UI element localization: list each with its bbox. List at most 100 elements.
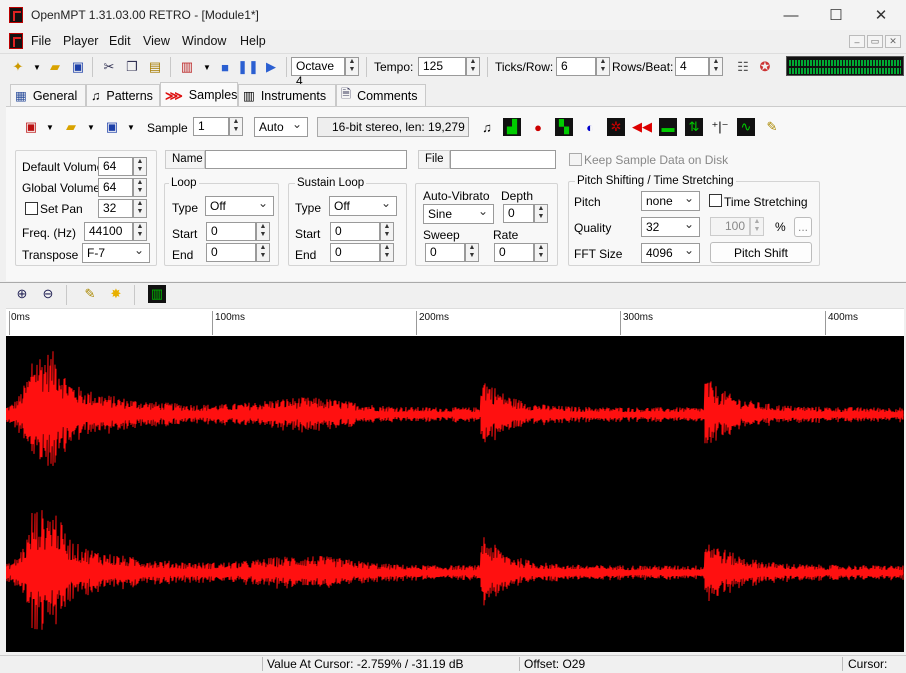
record-context-icon[interactable]: ✪ bbox=[756, 58, 774, 76]
loop-start-field[interactable]: 0 bbox=[206, 222, 256, 241]
paste-icon[interactable]: ▤ bbox=[146, 58, 164, 76]
openmpt-logo-icon[interactable] bbox=[9, 7, 23, 23]
vibrato-depth-field[interactable]: 0 bbox=[503, 204, 534, 223]
menu-view[interactable]: View bbox=[143, 34, 170, 48]
pause-icon[interactable]: ❚❚ bbox=[237, 58, 259, 76]
ticks-row-spinner[interactable]: ▲ ▼ bbox=[596, 57, 610, 76]
tab-patterns[interactable]: ♫ Patterns bbox=[86, 84, 160, 106]
loop-start-spinner[interactable]: ▲ ▼ bbox=[256, 222, 270, 241]
rows-beat-spinner[interactable]: ▲ ▼ bbox=[709, 57, 723, 76]
sparkle-icon[interactable]: ✸ bbox=[107, 285, 125, 303]
waveform-canvas[interactable] bbox=[6, 336, 904, 652]
frequency-field[interactable]: 44100 bbox=[84, 222, 133, 241]
set-pan-checkbox[interactable] bbox=[25, 202, 38, 215]
transpose-select[interactable]: F-7 bbox=[82, 243, 150, 263]
normalize-icon[interactable]: ▟ bbox=[503, 118, 521, 136]
keep-on-disk-checkbox[interactable] bbox=[569, 153, 582, 166]
menu-window[interactable]: Window bbox=[182, 34, 226, 48]
vibrato-rate-spinner[interactable]: ▲ ▼ bbox=[534, 243, 548, 262]
sustain-start-spinner[interactable]: ▲ ▼ bbox=[380, 222, 394, 241]
loop-end-spinner[interactable]: ▲ ▼ bbox=[256, 243, 270, 262]
quality-select[interactable]: 32 bbox=[641, 217, 700, 237]
tab-instruments[interactable]: ▥ Instruments bbox=[238, 84, 336, 106]
stop-icon[interactable]: ■ bbox=[216, 58, 234, 76]
play-note-icon[interactable]: ♫ bbox=[478, 118, 496, 136]
set-pan-spinner[interactable]: ▲ ▼ bbox=[133, 199, 147, 218]
invert-icon[interactable]: ⇅ bbox=[685, 118, 703, 136]
frequency-spinner[interactable]: ▲ ▼ bbox=[133, 222, 147, 241]
tab-comments[interactable]: 🗎 Comments bbox=[336, 84, 426, 106]
pitch-select[interactable]: none bbox=[641, 191, 700, 211]
mdi-minimize-button[interactable]: ‒ bbox=[849, 35, 865, 48]
new-dropdown-icon[interactable]: ▼ bbox=[28, 58, 46, 76]
amplify-icon[interactable]: ● bbox=[529, 118, 547, 136]
mdi-child-icon[interactable] bbox=[9, 33, 23, 49]
mdi-close-button[interactable]: ✕ bbox=[885, 35, 901, 48]
vibrato-sweep-spinner[interactable]: ▲ ▼ bbox=[465, 243, 479, 262]
minimize-button[interactable]: — bbox=[768, 0, 814, 30]
maximize-button[interactable]: ☐ bbox=[813, 0, 859, 30]
menu-edit[interactable]: Edit bbox=[109, 34, 131, 48]
global-volume-field[interactable]: 64 bbox=[98, 178, 133, 197]
resample-icon[interactable]: ✲ bbox=[607, 118, 625, 136]
sustain-start-field[interactable]: 0 bbox=[330, 222, 380, 241]
vibrato-sweep-field[interactable]: 0 bbox=[425, 243, 465, 262]
default-volume-field[interactable]: 64 bbox=[98, 157, 133, 176]
save-sample-icon[interactable]: ▣ bbox=[103, 118, 121, 136]
menu-help[interactable]: Help bbox=[240, 34, 266, 48]
default-volume-spinner[interactable]: ▲ ▼ bbox=[133, 157, 147, 176]
draw-pencil-icon[interactable]: ✎ bbox=[763, 118, 781, 136]
sample-format-select[interactable]: Auto bbox=[254, 117, 308, 137]
load-sample-dropdown-icon[interactable]: ▼ bbox=[82, 118, 100, 136]
waveform-view[interactable] bbox=[6, 336, 904, 652]
copy-icon[interactable]: ❐ bbox=[123, 58, 141, 76]
zoom-in-icon[interactable]: ⊕ bbox=[13, 285, 31, 303]
cut-icon[interactable]: ✂ bbox=[100, 58, 118, 76]
new-sample-icon[interactable]: ▣ bbox=[22, 118, 40, 136]
vibrato-rate-field[interactable]: 0 bbox=[494, 243, 534, 262]
pencil-draw-icon[interactable]: ✎ bbox=[81, 285, 99, 303]
open-folder-icon[interactable]: ▰ bbox=[46, 58, 64, 76]
zoom-out-icon[interactable]: ⊖ bbox=[39, 285, 57, 303]
stereo-icon[interactable]: ◐ bbox=[581, 118, 599, 136]
keyboard-split-icon[interactable]: ▥ bbox=[148, 285, 166, 303]
silence-icon[interactable]: ▬ bbox=[659, 118, 677, 136]
octave-spinner[interactable]: ▲ ▼ bbox=[345, 57, 359, 76]
close-button[interactable]: ✕ bbox=[858, 0, 904, 30]
menu-file[interactable]: File bbox=[31, 34, 51, 48]
sample-number-spinner[interactable]: ▲ ▼ bbox=[229, 117, 243, 136]
crossfade-icon[interactable]: ⁺|⁻ bbox=[711, 118, 729, 136]
waveform-editor-icon[interactable]: ∿ bbox=[737, 118, 755, 136]
tab-general[interactable]: ▦ General bbox=[10, 84, 86, 106]
set-pan-field[interactable]: 32 bbox=[98, 199, 133, 218]
stretch-options-button[interactable]: ... bbox=[794, 217, 812, 237]
global-volume-spinner[interactable]: ▲ ▼ bbox=[133, 178, 147, 197]
time-ruler[interactable]: 0ms 100ms 200ms 300ms 400ms bbox=[6, 308, 904, 336]
sustain-type-select[interactable]: Off bbox=[329, 196, 397, 216]
dc-offset-icon[interactable]: ▚ bbox=[555, 118, 573, 136]
loop-end-field[interactable]: 0 bbox=[206, 243, 256, 262]
menu-player[interactable]: Player bbox=[63, 34, 98, 48]
sample-name-field[interactable] bbox=[205, 150, 407, 169]
play-icon[interactable]: ▶ bbox=[262, 58, 280, 76]
tempo-field[interactable]: 125 bbox=[418, 57, 466, 76]
fft-size-select[interactable]: 4096 bbox=[641, 243, 700, 263]
load-sample-icon[interactable]: ▰ bbox=[62, 118, 80, 136]
new-sample-dropdown-icon[interactable]: ▼ bbox=[41, 118, 59, 136]
ticks-row-field[interactable]: 6 bbox=[556, 57, 596, 76]
sustain-end-field[interactable]: 0 bbox=[330, 243, 380, 262]
sustain-end-spinner[interactable]: ▲ ▼ bbox=[380, 243, 394, 262]
sample-number-field[interactable]: 1 bbox=[193, 117, 229, 136]
octave-field[interactable]: Octave 4 bbox=[291, 57, 345, 88]
time-stretch-checkbox[interactable] bbox=[709, 194, 722, 207]
midi-dropdown-icon[interactable]: ▼ bbox=[198, 58, 216, 76]
new-file-icon[interactable]: ✦ bbox=[9, 58, 27, 76]
vibrato-depth-spinner[interactable]: ▲ ▼ bbox=[534, 204, 548, 223]
pitch-shift-button[interactable]: Pitch Shift bbox=[710, 242, 812, 263]
settings-list-icon[interactable]: ☷ bbox=[734, 58, 752, 76]
save-icon[interactable]: ▣ bbox=[69, 58, 87, 76]
sample-file-field[interactable] bbox=[450, 150, 556, 169]
tempo-spinner[interactable]: ▲ ▼ bbox=[466, 57, 480, 76]
mdi-restore-button[interactable]: ▭ bbox=[867, 35, 883, 48]
midi-keyboard-icon[interactable]: ▥ bbox=[178, 58, 196, 76]
